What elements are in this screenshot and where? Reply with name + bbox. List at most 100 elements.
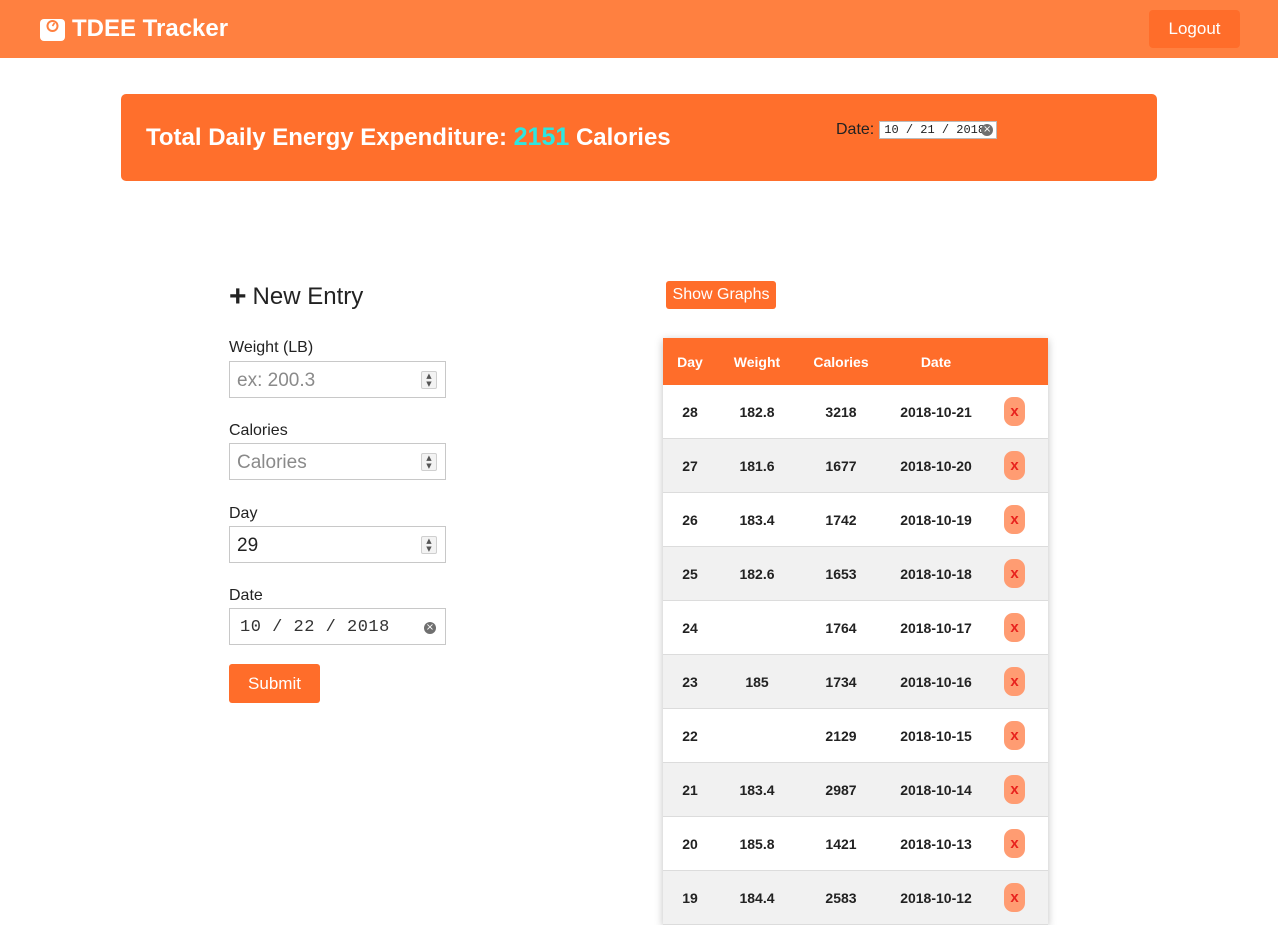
brand-label: TDEE Tracker [72, 15, 229, 42]
calories-label: Calories [229, 422, 288, 439]
cell-date: 2018-10-14 [900, 782, 972, 798]
cell-calories: 2987 [825, 782, 857, 798]
table-body: 28 182.8 3218 2018-10-21 x 27 181.6 1677 2018-10… [663, 385, 1048, 925]
weight-placeholder: ex: 200.3 [237, 370, 316, 391]
delete-button[interactable]: x [1004, 883, 1025, 912]
cell-calories: 1677 [825, 458, 857, 474]
plus-icon: + [229, 280, 247, 313]
cell-calories: 1653 [825, 566, 857, 582]
table-row: 22 2129 2018-10-15 x [663, 709, 1048, 763]
banner-date-label: Date: [836, 121, 875, 138]
tdee-value: 2151 [513, 123, 570, 151]
cell-date: 2018-10-21 [900, 404, 972, 420]
table-row: 23 185 1734 2018-10-16 x [663, 655, 1048, 709]
delete-button[interactable]: x [1004, 559, 1025, 588]
spinner-icon[interactable]: ▲ ▼ [421, 536, 437, 554]
cell-date: 2018-10-15 [900, 728, 972, 744]
delete-button[interactable]: x [1004, 721, 1025, 750]
cell-calories: 1421 [825, 836, 857, 852]
show-graphs-button[interactable]: Show Graphs [666, 281, 776, 309]
submit-button[interactable]: Submit [229, 664, 320, 703]
cell-date: 2018-10-17 [900, 620, 972, 636]
date-input[interactable]: 10 / 22 / 2018 × [229, 608, 446, 645]
delete-button[interactable]: x [1004, 667, 1025, 696]
cell-day: 25 [682, 566, 698, 582]
delete-button[interactable]: x [1004, 829, 1025, 858]
table-row: 24 1764 2018-10-17 x [663, 601, 1048, 655]
tdee-banner: Total Daily Energy Expenditure: 2151 Cal… [121, 94, 1157, 181]
cell-weight: 182.8 [739, 404, 775, 420]
cell-day: 20 [682, 836, 698, 852]
table-row: 25 182.6 1653 2018-10-18 x [663, 547, 1048, 601]
cell-date: 2018-10-19 [900, 512, 972, 528]
banner-date-value: 10 / 21 / 2018 [884, 123, 986, 137]
cell-calories: 3218 [825, 404, 857, 420]
clear-icon[interactable]: × [424, 622, 436, 634]
date-value: 10 / 22 / 2018 [240, 618, 390, 637]
cell-day: 22 [682, 728, 698, 744]
cell-calories: 2583 [825, 890, 857, 906]
cell-weight: 185.8 [739, 836, 775, 852]
table-header: Day Weight Calories Date [663, 338, 1048, 385]
table-row: 20 185.8 1421 2018-10-13 x [663, 817, 1048, 871]
day-input[interactable]: 29 ▲ ▼ [229, 526, 446, 563]
logout-button[interactable]: Logout [1149, 10, 1240, 48]
navbar: TDEE Tracker Logout [0, 0, 1278, 58]
cell-date: 2018-10-20 [900, 458, 972, 474]
new-entry-heading: + New Entry [229, 280, 363, 313]
spinner-icon[interactable]: ▲ ▼ [421, 453, 437, 471]
date-label: Date [229, 587, 263, 604]
weight-label: Weight (LB) [229, 339, 314, 356]
calories-input[interactable]: Calories ▲ ▼ [229, 443, 446, 480]
table-row: 27 181.6 1677 2018-10-20 x [663, 439, 1048, 493]
cell-calories: 1742 [825, 512, 857, 528]
banner-date: Date: 10 / 21 / 2018 × [836, 121, 998, 139]
cell-weight: 182.6 [739, 566, 775, 582]
header-calories[interactable]: Calories [803, 354, 879, 370]
delete-button[interactable]: x [1004, 505, 1025, 534]
cell-calories: 1734 [825, 674, 857, 690]
delete-button[interactable]: x [1004, 397, 1025, 426]
cell-weight: 185 [745, 674, 769, 690]
cell-weight: 184.4 [739, 890, 775, 906]
cell-calories: 1764 [825, 620, 857, 636]
calories-placeholder: Calories [237, 452, 307, 473]
table-row: 19 184.4 2583 2018-10-12 x [663, 871, 1048, 925]
cell-weight: 183.4 [739, 782, 775, 798]
delete-button[interactable]: x [1004, 613, 1025, 642]
day-label: Day [229, 505, 258, 522]
cell-day: 27 [682, 458, 698, 474]
scale-icon [40, 19, 65, 41]
day-value: 29 [237, 535, 259, 556]
banner-date-input[interactable]: 10 / 21 / 2018 × [879, 121, 998, 139]
cell-date: 2018-10-18 [900, 566, 972, 582]
brand[interactable]: TDEE Tracker [40, 14, 228, 44]
tdee-title: Total Daily Energy Expenditure: 2151 Cal… [146, 123, 671, 152]
cell-day: 26 [682, 512, 698, 528]
cell-day: 19 [682, 890, 698, 906]
cell-day: 23 [682, 674, 698, 690]
cell-day: 28 [682, 404, 698, 420]
cell-date: 2018-10-12 [900, 890, 972, 906]
delete-button[interactable]: x [1004, 775, 1025, 804]
tdee-title-suffix: Calories [575, 124, 671, 151]
cell-weight: 181.6 [739, 458, 775, 474]
cell-day: 24 [682, 620, 698, 636]
spinner-icon[interactable]: ▲ ▼ [421, 371, 437, 389]
header-day[interactable]: Day [663, 354, 717, 370]
clear-icon[interactable]: × [981, 124, 994, 136]
header-weight[interactable]: Weight [720, 354, 794, 370]
cell-date: 2018-10-16 [900, 674, 972, 690]
cell-day: 21 [682, 782, 698, 798]
table-row: 21 183.4 2987 2018-10-14 x [663, 763, 1048, 817]
entries-table: Day Weight Calories Date 28 182.8 3218 2018… [663, 338, 1048, 925]
table-row: 26 183.4 1742 2018-10-19 x [663, 493, 1048, 547]
header-date[interactable]: Date [886, 354, 986, 370]
weight-input[interactable]: ex: 200.3 ▲ ▼ [229, 361, 446, 398]
tdee-title-prefix: Total Daily Energy Expenditure: [146, 124, 507, 151]
cell-weight: 183.4 [739, 512, 775, 528]
table-row: 28 182.8 3218 2018-10-21 x [663, 385, 1048, 439]
cell-date: 2018-10-13 [900, 836, 972, 852]
delete-button[interactable]: x [1004, 451, 1025, 480]
cell-calories: 2129 [825, 728, 857, 744]
